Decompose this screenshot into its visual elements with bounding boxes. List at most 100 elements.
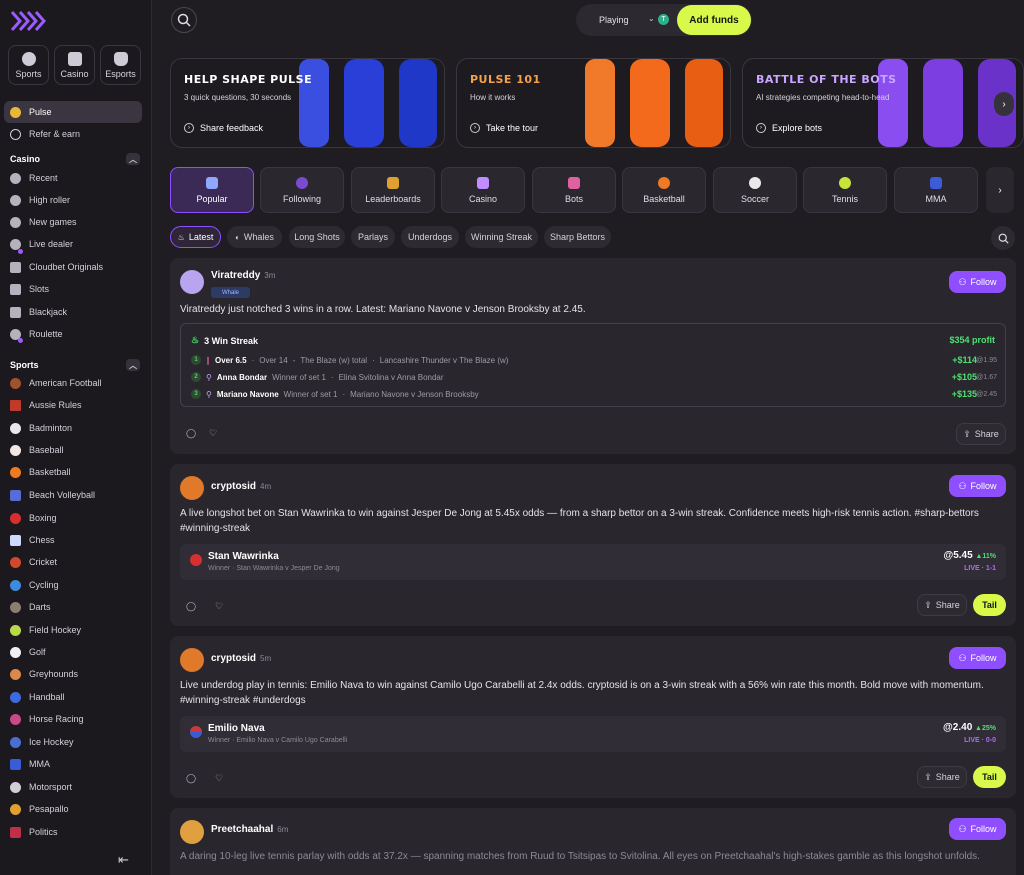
casino-item-cloudbet-originals[interactable]: Cloudbet Originals: [4, 256, 142, 278]
sports-section-header[interactable]: Sports ︿: [10, 359, 140, 371]
promo-card-tour[interactable]: PULSE 101 How it works › Take the tour: [456, 58, 731, 148]
odds-change: ▲11%: [975, 553, 996, 560]
sport-item-horse-racing[interactable]: Horse Racing: [4, 708, 142, 730]
chip-underdogs[interactable]: Underdogs: [401, 226, 459, 248]
casino-item-high-roller[interactable]: High roller: [4, 189, 142, 211]
sport-item-motorsport[interactable]: Motorsport: [4, 776, 142, 798]
casino-category-button[interactable]: Casino: [54, 45, 95, 85]
sport-item-pesapallo[interactable]: Pesapallo: [4, 798, 142, 820]
tab-basketball[interactable]: Basketball: [622, 167, 706, 213]
follow-button[interactable]: ⚇ Follow: [949, 271, 1006, 293]
tab-mma[interactable]: MMA: [894, 167, 978, 213]
promo-card-feedback[interactable]: HELP SHAPE PULSE 3 quick questions, 30 s…: [170, 58, 445, 148]
chip-winning-streak[interactable]: Winning Streak: [465, 226, 538, 248]
tail-button[interactable]: Tail: [973, 766, 1006, 788]
sport-item-greyhounds[interactable]: Greyhounds: [4, 663, 142, 685]
post-username[interactable]: Viratreddy 3m: [211, 270, 275, 281]
pesapallo-icon: [10, 803, 21, 815]
tab-leaderboards[interactable]: Leaderboards: [351, 167, 435, 213]
share-button[interactable]: ⇪ Share: [917, 594, 967, 616]
tennis-racket-icon: ⚲: [206, 389, 212, 399]
post-username[interactable]: cryptosid 5m: [211, 653, 271, 664]
sport-item-cricket[interactable]: Cricket: [4, 551, 142, 573]
chevron-up-icon[interactable]: ︿: [126, 153, 140, 165]
casino-section-header[interactable]: Casino ︿: [10, 153, 140, 165]
casino-item-recent[interactable]: Recent: [4, 167, 142, 189]
feed-search-button[interactable]: [991, 226, 1015, 250]
sport-item-american-football[interactable]: American Football: [4, 372, 142, 394]
sport-item-ice-hockey[interactable]: Ice Hockey: [4, 731, 142, 753]
avatar[interactable]: [180, 270, 204, 294]
heart-icon[interactable]: ♡: [215, 601, 225, 611]
casino-item-slots[interactable]: Slots: [4, 278, 142, 300]
casino-item-live-dealer[interactable]: Live dealer: [4, 233, 142, 255]
sport-item-basketball[interactable]: Basketball: [4, 461, 142, 483]
promo-card-bots[interactable]: BATTLE OF THE BOTS AI strategies competi…: [742, 58, 1024, 148]
sport-item-badminton[interactable]: Badminton: [4, 417, 142, 439]
sports-category-button[interactable]: Sports: [8, 45, 49, 85]
sport-item-darts[interactable]: Darts: [4, 596, 142, 618]
casino-item-roulette[interactable]: Roulette: [4, 323, 142, 345]
sport-item-politics[interactable]: Politics: [4, 821, 142, 843]
collapse-sidebar-icon[interactable]: ⇤: [118, 852, 129, 868]
global-search-button[interactable]: [171, 7, 197, 33]
comment-icon[interactable]: ◯: [186, 601, 196, 611]
chip-whales[interactable]: ◐ Whales: [227, 226, 282, 248]
streak-card[interactable]: ♨ 3 Win Streak $354 profit 1 ∥ Over 6.5 ·…: [180, 323, 1006, 407]
promo-link[interactable]: › Share feedback: [184, 123, 263, 133]
sport-item-cycling[interactable]: Cycling: [4, 574, 142, 596]
casino-item-new-games[interactable]: New games: [4, 211, 142, 233]
casino-item-label: Recent: [29, 173, 58, 183]
sport-item-aussie-rules[interactable]: Aussie Rules: [4, 394, 142, 416]
bet-card[interactable]: Stan Wawrinka Winner · Stan Wawrinka v J…: [180, 544, 1006, 580]
heart-icon[interactable]: ♡: [209, 428, 219, 438]
comment-icon[interactable]: ◯: [186, 773, 196, 783]
add-funds-button[interactable]: Add funds: [677, 5, 751, 35]
cloudbet-logo[interactable]: [10, 10, 46, 32]
post-username[interactable]: Preetchaahal 6m: [211, 824, 288, 835]
esports-category-button[interactable]: Esports: [100, 45, 141, 85]
promo-link[interactable]: › Explore bots: [756, 123, 822, 133]
heart-icon[interactable]: ♡: [215, 773, 225, 783]
avatar[interactable]: [180, 648, 204, 672]
casino-item-blackjack[interactable]: Blackjack: [4, 301, 142, 323]
chevron-up-icon[interactable]: ︿: [126, 359, 140, 371]
sport-item-golf[interactable]: Golf: [4, 641, 142, 663]
tabs-next-button[interactable]: ›: [986, 167, 1014, 213]
follow-button[interactable]: ⚇ Follow: [949, 475, 1006, 497]
share-button[interactable]: ⇪ Share: [956, 423, 1006, 445]
nav-pulse[interactable]: Pulse: [4, 101, 142, 123]
sport-item-beach-volleyball[interactable]: Beach Volleyball: [4, 484, 142, 506]
nav-refer[interactable]: Refer & earn: [4, 123, 142, 145]
chip-sharp-bettors[interactable]: Sharp Bettors: [544, 226, 611, 248]
tab-following[interactable]: Following: [260, 167, 344, 213]
follow-button[interactable]: ⚇ Follow: [949, 647, 1006, 669]
avatar[interactable]: [180, 820, 204, 844]
promo-link[interactable]: › Take the tour: [470, 123, 538, 133]
chip-long-shots[interactable]: Long Shots: [289, 226, 345, 248]
comment-icon[interactable]: ◯: [186, 428, 196, 438]
bet-card[interactable]: Emilio Nava Winner · Emilio Nava v Camil…: [180, 716, 1006, 752]
chip-parlays[interactable]: Parlays: [351, 226, 395, 248]
follow-button[interactable]: ⚇ Follow: [949, 818, 1006, 840]
share-button[interactable]: ⇪ Share: [917, 766, 967, 788]
tab-tennis[interactable]: Tennis: [803, 167, 887, 213]
avatar[interactable]: [180, 476, 204, 500]
sport-item-handball[interactable]: Handball: [4, 686, 142, 708]
sport-item-boxing[interactable]: Boxing: [4, 507, 142, 529]
streak-leg: 2 ⚲ Anna Bondar Winner of set 1 · Elina …: [191, 370, 997, 384]
sport-item-field-hockey[interactable]: Field Hockey: [4, 619, 142, 641]
chevron-down-icon: ⌄: [648, 14, 655, 23]
tail-button[interactable]: Tail: [973, 594, 1006, 616]
tab-soccer[interactable]: Soccer: [713, 167, 797, 213]
tab-bots[interactable]: Bots: [532, 167, 616, 213]
sport-item-chess[interactable]: Chess: [4, 529, 142, 551]
post-username[interactable]: cryptosid 4m: [211, 481, 271, 492]
promo-next-button[interactable]: ›: [994, 92, 1014, 116]
sport-item-mma[interactable]: MMA: [4, 753, 142, 775]
tab-casino[interactable]: Casino: [441, 167, 525, 213]
arrow-right-icon: ›: [756, 123, 766, 133]
chip-latest[interactable]: ♨ Latest: [170, 226, 221, 248]
sport-item-baseball[interactable]: Baseball: [4, 439, 142, 461]
tab-popular[interactable]: Popular: [170, 167, 254, 213]
